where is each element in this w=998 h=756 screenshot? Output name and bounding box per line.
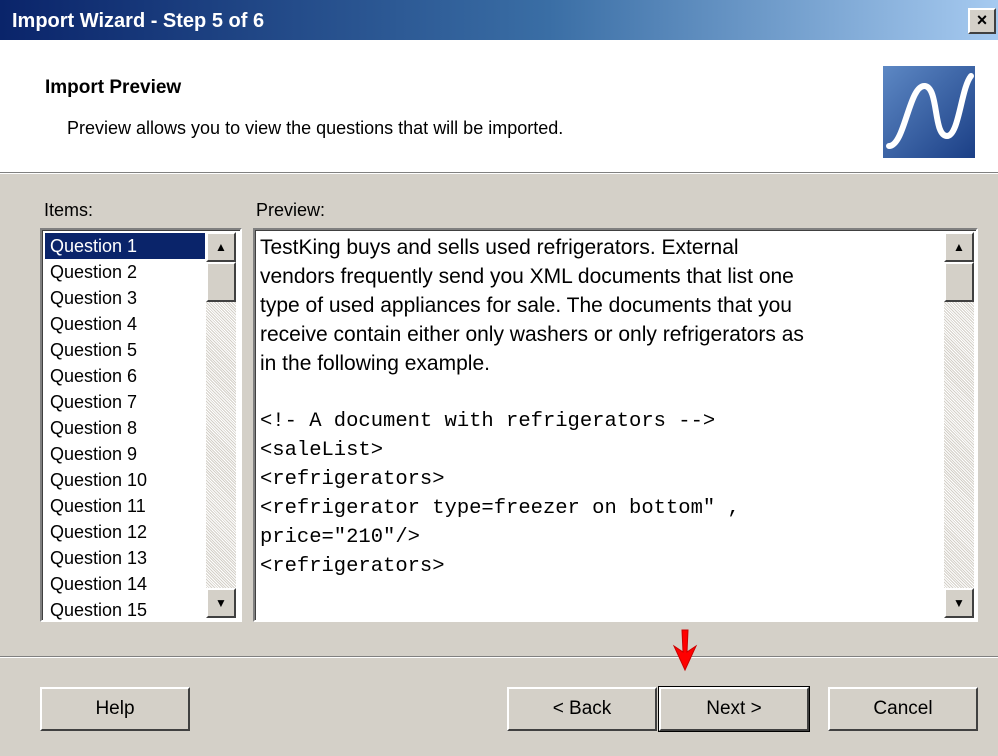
list-item[interactable]: Question 9 (45, 441, 205, 467)
preview-line: TestKing buys and sells used refrigerato… (260, 236, 739, 259)
preview-scroll-up-button[interactable]: ▲ (944, 232, 974, 262)
preview-pane[interactable]: TestKing buys and sells used refrigerato… (253, 228, 978, 622)
red-down-arrow-icon (672, 629, 698, 672)
items-list[interactable]: Question 1 Question 2 Question 3 Question 4… (45, 233, 205, 623)
header-divider (0, 172, 998, 174)
close-icon: × (976, 10, 988, 30)
preview-line: type of used appliances for sale. The do… (260, 294, 792, 317)
list-item[interactable]: Question 13 (45, 545, 205, 571)
items-scroll-up-button[interactable]: ▲ (206, 232, 236, 262)
items-scroll-down-button[interactable]: ▼ (206, 588, 236, 618)
list-item[interactable]: Question 2 (45, 259, 205, 285)
items-scrollbar[interactable]: ▲ ▼ (206, 232, 236, 618)
list-item[interactable]: Question 15 (45, 597, 205, 623)
list-item[interactable]: Question 14 (45, 571, 205, 597)
list-item[interactable]: Question 12 (45, 519, 205, 545)
preview-line: receive contain either only washers or o… (260, 323, 804, 346)
code-line: <refrigerators> (260, 555, 445, 578)
list-item[interactable]: Question 4 (45, 311, 205, 337)
preview-scroll-thumb[interactable] (944, 262, 974, 302)
wizard-header: Import Preview Preview allows you to vie… (0, 40, 998, 172)
code-line: <refrigerators> (260, 468, 445, 491)
cancel-button[interactable]: Cancel (828, 687, 978, 731)
code-line: price=″210″/> (260, 526, 420, 549)
list-item[interactable]: Question 6 (45, 363, 205, 389)
preview-scroll-down-button[interactable]: ▼ (944, 588, 974, 618)
list-item[interactable]: Question 8 (45, 415, 205, 441)
close-button[interactable]: × (968, 8, 996, 34)
scroll-down-arrow-icon: ▼ (953, 596, 965, 610)
code-line: <!- A document with refrigerators --> (260, 410, 716, 433)
footer-divider (0, 656, 998, 658)
scroll-down-arrow-icon: ▼ (215, 596, 227, 610)
window-title: Import Wizard - Step 5 of 6 (12, 10, 265, 32)
page-subtitle: Preview allows you to view the questions… (67, 118, 564, 138)
preview-label: Preview: (256, 200, 326, 220)
code-line: <saleList> (260, 439, 384, 462)
list-item[interactable]: Question 7 (45, 389, 205, 415)
items-listbox[interactable]: Question 1 Question 2 Question 3 Question 4… (40, 228, 242, 622)
back-button[interactable]: < Back (507, 687, 657, 731)
items-scroll-thumb[interactable] (206, 262, 236, 302)
next-button[interactable]: Next > (658, 686, 810, 732)
list-item[interactable]: Question 3 (45, 285, 205, 311)
preview-text: TestKing buys and sells used refrigerato… (260, 233, 930, 581)
preview-line: in the following example. (260, 352, 490, 375)
scroll-up-arrow-icon: ▲ (215, 240, 227, 254)
preview-paragraph: TestKing buys and sells used refrigerato… (260, 233, 930, 378)
title-bar[interactable]: Import Wizard - Step 5 of 6 × (0, 0, 998, 40)
preview-code: <!- A document with refrigerators --> <sa… (260, 407, 930, 581)
page-title: Import Preview (45, 77, 182, 98)
preview-line: vendors frequently send you XML document… (260, 265, 794, 288)
list-item[interactable]: Question 11 (45, 493, 205, 519)
list-item[interactable]: Question 1 (45, 233, 205, 259)
items-label: Items: (44, 200, 94, 220)
help-button[interactable]: Help (40, 687, 190, 731)
scroll-up-arrow-icon: ▲ (953, 240, 965, 254)
preview-scrollbar[interactable]: ▲ ▼ (944, 232, 974, 618)
list-item[interactable]: Question 10 (45, 467, 205, 493)
list-item[interactable]: Question 5 (45, 337, 205, 363)
code-line: <refrigerator type=freezer on bottom″ , (260, 497, 740, 520)
wave-logo-icon (883, 66, 975, 158)
